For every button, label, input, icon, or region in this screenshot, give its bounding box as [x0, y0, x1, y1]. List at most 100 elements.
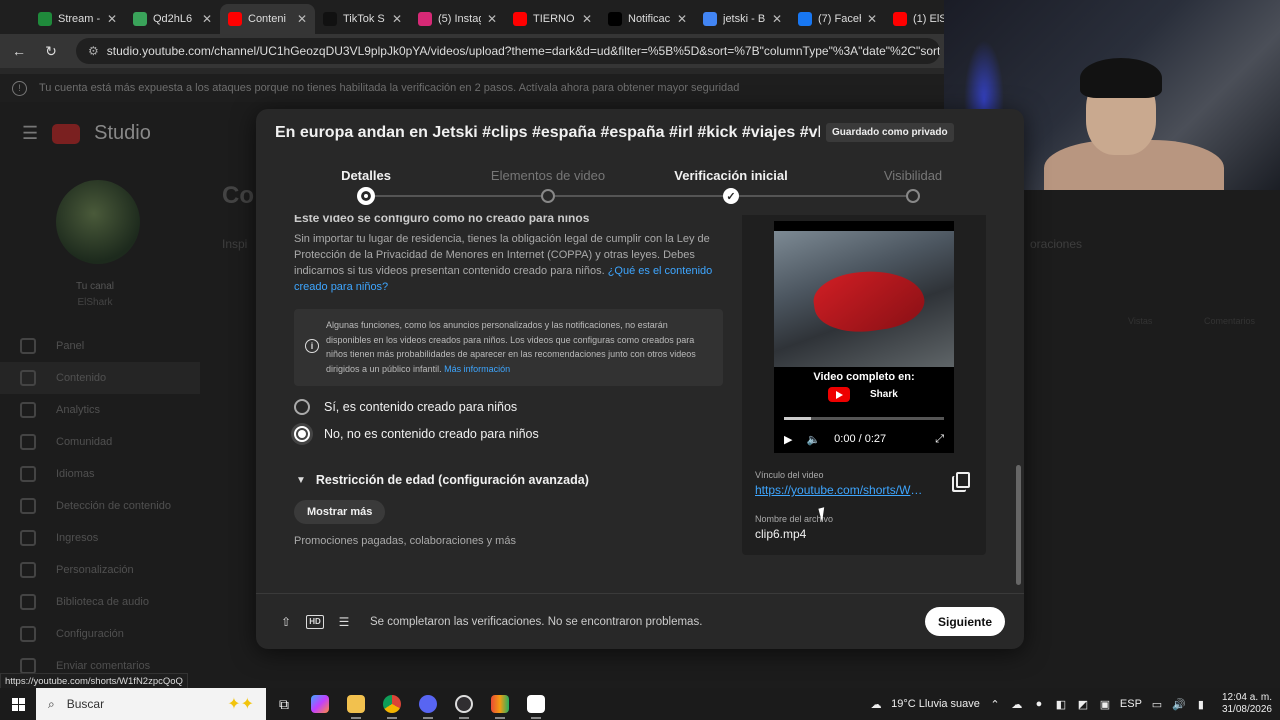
radio-checked-icon[interactable] — [294, 426, 310, 442]
upload-icon[interactable]: ⇧ — [278, 615, 294, 629]
capcut-icon[interactable] — [518, 688, 554, 720]
step-label[interactable]: Elementos de video — [491, 168, 605, 183]
tab-favicon-icon — [38, 12, 52, 26]
next-button[interactable]: Siguiente — [924, 607, 1005, 636]
browser-tab[interactable]: TikTok S ✕ — [315, 4, 410, 34]
footer-status: Se completaron las verificaciones. No se… — [370, 615, 703, 628]
menu-icon[interactable]: ☰ — [22, 123, 38, 144]
video-progress-bar[interactable] — [784, 417, 944, 420]
browser-tab[interactable]: TIERNO ✕ — [505, 4, 600, 34]
play-icon[interactable]: ▶ — [784, 433, 792, 446]
upload-dialog: En europa andan en Jetski #clips #españa… — [256, 109, 1024, 649]
sidebar-item-icon — [20, 594, 36, 610]
weather-text[interactable]: 19°C Lluvia suave — [891, 698, 980, 710]
tab-favicon-icon — [133, 12, 147, 26]
step-dot[interactable] — [906, 189, 920, 203]
browser-tab[interactable]: (5) Instag ✕ — [410, 4, 505, 34]
volume-icon[interactable]: 🔈 — [806, 433, 820, 446]
tab-collaborations[interactable]: oraciones — [1030, 237, 1082, 251]
sidebar-item[interactable]: Configuración — [0, 618, 200, 650]
sidebar-item[interactable]: Contenido — [0, 362, 200, 394]
browser-tab[interactable]: Notificac ✕ — [600, 4, 695, 34]
step-label[interactable]: Detalles — [341, 168, 391, 183]
radio-made-for-kids[interactable]: Sí, es contenido creado para niños — [294, 396, 517, 418]
step-label[interactable]: Visibilidad — [884, 168, 942, 183]
sidebar-item-label: Detección de contenido — [56, 500, 171, 512]
browser-tab[interactable]: Qd2hL6 ✕ — [125, 4, 220, 34]
tab-close-icon[interactable]: ✕ — [202, 12, 212, 26]
language-indicator[interactable]: ESP — [1120, 698, 1142, 710]
cloud-icon[interactable]: ☁ — [1010, 698, 1024, 711]
task-view-icon[interactable]: ⧉ — [266, 688, 302, 720]
show-more-button[interactable]: Mostrar más — [294, 500, 386, 524]
browser-tab[interactable]: jetski - B ✕ — [695, 4, 790, 34]
studio-logo[interactable]: ☰ Studio — [22, 122, 151, 145]
checks-list-icon[interactable]: ☰ — [336, 615, 352, 629]
tab-favicon-icon — [893, 12, 907, 26]
app-grid-icon[interactable] — [482, 688, 518, 720]
tab-favicon-icon — [513, 12, 527, 26]
coppa-description: Sin importar tu lugar de residencia, tie… — [294, 231, 726, 295]
clock-date: 31/08/2026 — [1221, 704, 1272, 715]
channel-avatar[interactable] — [56, 180, 140, 264]
tab-inspiration[interactable]: Inspi — [222, 237, 247, 251]
sidebar-item[interactable]: Biblioteca de audio — [0, 586, 200, 618]
tab-close-icon[interactable]: ✕ — [297, 12, 307, 26]
sidebar-item[interactable]: Detección de contenido — [0, 490, 200, 522]
chevron-up-icon[interactable]: ⌃ — [988, 698, 1002, 711]
sidebar-item[interactable]: Ingresos — [0, 522, 200, 554]
sidebar-item[interactable]: Analytics — [0, 394, 200, 426]
browser-tab[interactable]: Stream - ✕ — [30, 4, 125, 34]
mic-icon[interactable]: ● — [1032, 698, 1046, 710]
tray-app-icon[interactable]: ◧ — [1054, 698, 1068, 711]
chrome-icon[interactable] — [374, 688, 410, 720]
network-icon[interactable]: ▭ — [1150, 698, 1164, 711]
tray-app-icon[interactable]: ◩ — [1076, 698, 1090, 711]
battery-icon[interactable]: ▮ — [1194, 698, 1208, 711]
sidebar-item[interactable]: Panel — [0, 330, 200, 362]
browser-tab[interactable]: (7) Faceb ✕ — [790, 4, 885, 34]
copilot-icon[interactable] — [302, 688, 338, 720]
more-info-link[interactable]: Más información — [444, 364, 510, 374]
step-label[interactable]: Verificación inicial — [674, 168, 787, 183]
video-link[interactable]: https://youtube.com/shorts/W1fN2zpcQoQ — [755, 483, 927, 497]
fullscreen-icon[interactable]: ⤢ — [935, 433, 944, 446]
scrollbar-thumb[interactable] — [1016, 465, 1021, 585]
age-restriction-toggle[interactable]: ▼ Restricción de edad (configuración ava… — [296, 473, 589, 487]
file-explorer-icon[interactable] — [338, 688, 374, 720]
radio-unchecked-icon[interactable] — [294, 399, 310, 415]
weather-icon[interactable]: ☁ — [869, 698, 883, 711]
tab-close-icon[interactable]: ✕ — [392, 12, 402, 26]
clock[interactable]: 12:04 a. m. 31/08/2026 — [1222, 692, 1272, 716]
tab-close-icon[interactable]: ✕ — [677, 12, 687, 26]
hd-icon[interactable]: HD — [306, 614, 324, 629]
radio-not-made-for-kids[interactable]: No, no es contenido creado para niños — [291, 423, 539, 445]
copy-icon[interactable] — [956, 472, 970, 488]
step-dot[interactable] — [541, 189, 555, 203]
tab-close-icon[interactable]: ✕ — [772, 12, 782, 26]
video-player[interactable]: Video completo en: Shark ▶ 🔈 0:00 / 0:27… — [774, 221, 954, 453]
site-info-icon[interactable]: ⚙ — [88, 44, 99, 58]
tab-close-icon[interactable]: ✕ — [487, 12, 497, 26]
discord-icon[interactable] — [410, 688, 446, 720]
start-button[interactable] — [0, 688, 36, 720]
sidebar-item-icon — [20, 338, 36, 354]
taskbar-search[interactable]: ⌕ Buscar ✦✦ — [36, 688, 266, 720]
tab-title: TIERNO — [533, 13, 575, 25]
address-bar[interactable]: ⚙ studio.youtube.com/channel/UC1hGeozqDU… — [76, 38, 940, 64]
reload-icon[interactable]: ↻ — [44, 43, 58, 60]
step-check-icon[interactable]: ✓ — [723, 188, 739, 204]
volume-icon[interactable]: 🔊 — [1172, 698, 1186, 711]
obs-icon[interactable] — [446, 688, 482, 720]
tray-app-icon[interactable]: ▣ — [1098, 698, 1112, 711]
tab-close-icon[interactable]: ✕ — [582, 12, 592, 26]
sidebar-item[interactable]: Idiomas — [0, 458, 200, 490]
step-dot[interactable] — [357, 187, 375, 205]
tab-close-icon[interactable]: ✕ — [107, 12, 117, 26]
tab-close-icon[interactable]: ✕ — [867, 12, 877, 26]
browser-tab[interactable]: Conteni ✕ — [220, 4, 315, 34]
sidebar-item[interactable]: Personalización — [0, 554, 200, 586]
content-scrollbar[interactable] — [1016, 225, 1021, 593]
sidebar-item[interactable]: Comunidad — [0, 426, 200, 458]
back-icon[interactable]: ← — [12, 43, 26, 59]
